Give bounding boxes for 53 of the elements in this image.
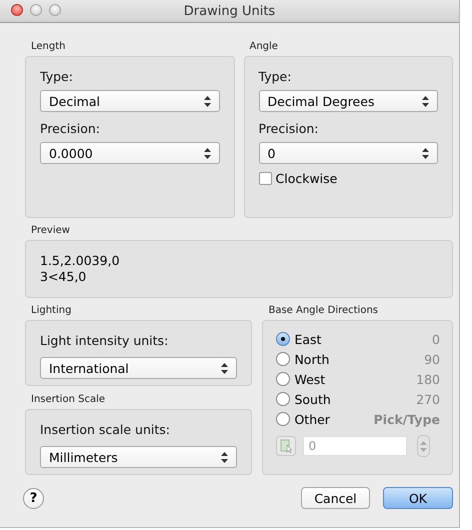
radio-label: West <box>294 372 326 386</box>
field-label: Precision: <box>258 121 320 136</box>
minimize-button[interactable] <box>30 4 42 16</box>
dropdown[interactable]: Decimal Degrees <box>258 90 438 112</box>
updown-arrows-icon <box>204 148 210 158</box>
updown-arrows-icon <box>422 148 429 158</box>
angle-value: 0 <box>432 332 440 346</box>
cancel-button[interactable]: Cancel <box>301 487 370 509</box>
group-label: Base Angle Directions <box>268 305 380 316</box>
angle-value: 270 <box>416 392 440 406</box>
radio-button[interactable] <box>276 332 290 346</box>
group-label: Insertion Scale <box>31 394 106 405</box>
zoom-button[interactable] <box>49 4 61 16</box>
updown-arrows-icon <box>204 96 210 106</box>
preview-text: 1.5,2.0039,0 <box>40 253 121 269</box>
checkbox[interactable] <box>258 172 272 185</box>
updown-arrows-icon <box>221 452 228 462</box>
radio-button[interactable] <box>276 392 290 406</box>
close-button[interactable] <box>11 4 23 16</box>
group-label: Preview <box>31 225 71 236</box>
angle-value: Pick/Type <box>374 412 440 426</box>
radio-label: East <box>294 332 322 346</box>
help-button[interactable]: ? <box>23 488 44 508</box>
angle-value: 180 <box>416 372 440 386</box>
radio-label: North <box>294 352 330 366</box>
dropdown[interactable]: Millimeters <box>40 446 238 468</box>
radio-button[interactable] <box>276 352 290 366</box>
field-label: Precision: <box>40 121 101 136</box>
radio-label: South <box>294 392 332 406</box>
field-label: Type: <box>258 69 292 84</box>
pick-cursor-icon <box>280 439 292 453</box>
group-label: Angle <box>250 41 279 52</box>
stepper[interactable] <box>417 435 430 457</box>
updown-arrows-icon <box>221 362 228 374</box>
updown-arrows-icon <box>420 440 428 452</box>
dropdown[interactable]: 0 <box>258 142 438 164</box>
radio-button[interactable] <box>276 412 290 426</box>
preview-text: 3<45,0 <box>40 269 88 285</box>
field-label: Insertion scale units: <box>40 422 171 437</box>
checkbox-label: Clockwise <box>276 171 338 186</box>
ok-button[interactable]: OK <box>383 487 453 509</box>
dropdown[interactable]: 0.0000 <box>40 142 220 164</box>
group-label: Length <box>31 41 66 52</box>
dropdown[interactable]: International <box>40 357 238 379</box>
radio-label: Other <box>294 412 331 426</box>
group-label: Lighting <box>31 305 72 316</box>
dropdown[interactable]: Decimal <box>40 90 220 112</box>
angle-value: 90 <box>424 352 440 366</box>
field-label: Type: <box>40 69 74 84</box>
field-label: Light intensity units: <box>40 333 170 348</box>
updown-arrows-icon <box>422 96 429 106</box>
window-title: Drawing Units <box>184 4 276 18</box>
radio-button[interactable] <box>276 372 290 386</box>
